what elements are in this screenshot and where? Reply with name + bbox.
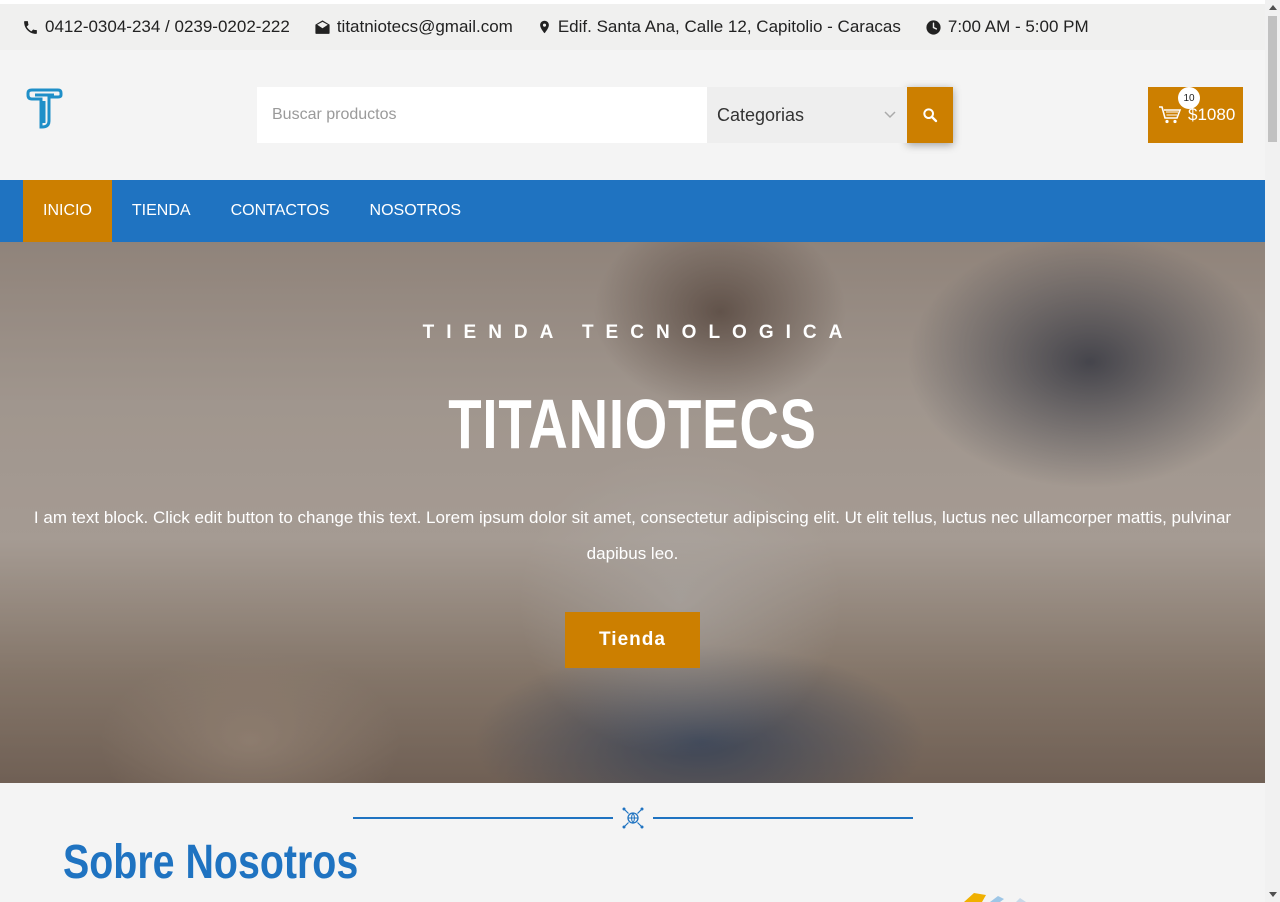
decorative-illustration xyxy=(964,893,1026,902)
cart-count-badge: 10 xyxy=(1178,87,1200,109)
scroll-up-arrow-icon[interactable] xyxy=(1269,5,1277,10)
search-button[interactable] xyxy=(907,87,953,143)
site-header: Categorias $1080 10 xyxy=(0,50,1265,180)
category-select-label: Categorias xyxy=(717,104,805,125)
category-select[interactable]: Categorias xyxy=(707,87,907,143)
address-text: Edif. Santa Ana, Calle 12, Capitolio - C… xyxy=(557,17,901,36)
phone-info: 0412-0304-234 / 0239-0202-222 xyxy=(22,17,290,37)
hero-title: TITANIOTECS xyxy=(448,385,817,463)
hours-text: 7:00 AM - 5:00 PM xyxy=(947,17,1089,36)
top-info-bar: 0412-0304-234 / 0239-0202-222 titatniote… xyxy=(0,0,1265,50)
main-nav: INICIO TIENDA CONTACTOS NOSOTROS xyxy=(0,180,1265,242)
chevron-down-icon xyxy=(884,111,896,119)
email-text[interactable]: titatniotecs@gmail.com xyxy=(337,17,513,37)
globe-network-icon xyxy=(622,807,644,829)
clock-icon xyxy=(926,19,941,35)
about-section: Sobre Nosotros xyxy=(0,783,1265,902)
nav-item-tienda[interactable]: TIENDA xyxy=(112,180,211,242)
cart-amount: $1080 xyxy=(1188,105,1236,124)
scroll-down-arrow-icon[interactable] xyxy=(1269,892,1277,897)
map-pin-icon xyxy=(539,20,549,34)
site-logo[interactable] xyxy=(24,87,64,129)
email-info: titatniotecs@gmail.com xyxy=(314,17,513,37)
product-search: Categorias xyxy=(257,87,953,143)
hero-description: I am text block. Click edit button to ch… xyxy=(33,508,1232,563)
search-icon xyxy=(923,108,938,123)
hours-info: 7:00 AM - 5:00 PM xyxy=(925,17,1089,37)
divider-line-right xyxy=(653,817,913,819)
hero-eyebrow: TIENDA TECNOLOGICA xyxy=(422,322,855,343)
nav-item-inicio[interactable]: INICIO xyxy=(23,180,112,242)
page-scrollbar[interactable] xyxy=(1265,0,1280,902)
envelope-icon xyxy=(315,19,330,34)
nav-item-nosotros[interactable]: NOSOTROS xyxy=(350,180,482,242)
cart-icon xyxy=(1159,106,1182,124)
divider-line-left xyxy=(353,817,613,819)
hero-banner: TIENDA TECNOLOGICA TITANIOTECS I am text… xyxy=(0,242,1265,783)
address-info: Edif. Santa Ana, Calle 12, Capitolio - C… xyxy=(537,17,901,37)
nav-item-contactos[interactable]: CONTACTOS xyxy=(211,180,350,242)
about-title: Sobre Nosotros xyxy=(63,836,359,889)
phone-text: 0412-0304-234 / 0239-0202-222 xyxy=(45,17,290,36)
scroll-thumb[interactable] xyxy=(1268,16,1277,142)
phone-icon xyxy=(24,20,37,34)
hero-shop-button[interactable]: Tienda xyxy=(565,612,700,668)
cart-button[interactable]: $1080 10 xyxy=(1148,87,1243,143)
search-input[interactable] xyxy=(257,87,707,143)
